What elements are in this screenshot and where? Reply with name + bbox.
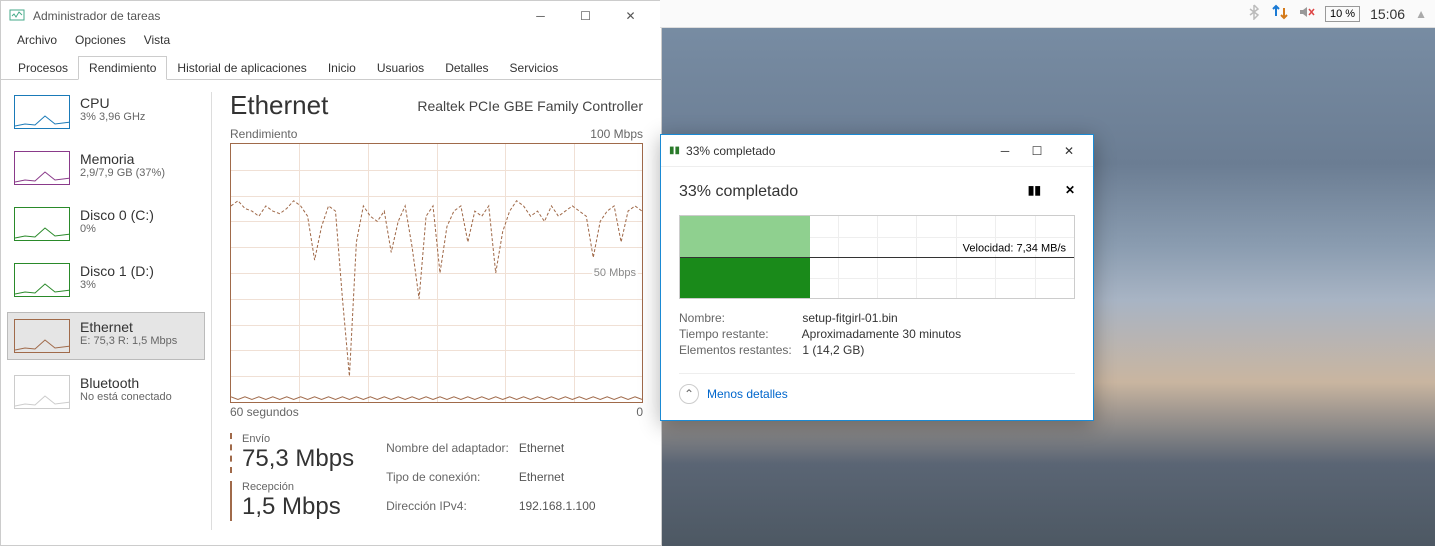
- volume-mute-icon[interactable]: [1299, 5, 1315, 22]
- menu-archivo[interactable]: Archivo: [9, 31, 65, 55]
- copy-close-button[interactable]: ✕: [1053, 137, 1085, 165]
- sidebar-item-ethernet[interactable]: EthernetE: 75,3 R: 1,5 Mbps: [7, 312, 205, 360]
- chevron-up-icon: ⌃: [679, 384, 699, 404]
- copy-dialog: ▮▮ 33% completado ─ ☐ ✕ 33% completado ▮…: [660, 134, 1094, 421]
- task-manager-window: Administrador de tareas ─ ☐ ✕ Archivo Op…: [0, 0, 662, 546]
- sidebar-item-name: Ethernet: [80, 319, 177, 335]
- chart-mid-label: 50 Mbps: [592, 267, 638, 279]
- copy-title: 33% completado: [686, 144, 989, 158]
- pause-button[interactable]: ▮▮: [1028, 183, 1041, 197]
- sidebar-item-name: Disco 1 (D:): [80, 263, 154, 279]
- copy-meta: Nombre: setup-fitgirl-01.binTiempo resta…: [679, 311, 1075, 357]
- sidebar-thumb: [14, 151, 70, 185]
- less-details-label: Menos detalles: [707, 387, 788, 401]
- sidebar-item-sub: 0%: [80, 223, 154, 235]
- tab-detalles[interactable]: Detalles: [434, 56, 499, 80]
- sidebar-item-name: Bluetooth: [80, 375, 172, 391]
- perf-main: Ethernet Realtek PCIe GBE Family Control…: [212, 80, 661, 542]
- tab-rendimiento[interactable]: Rendimiento: [78, 56, 167, 80]
- detail-value: 192.168.1.100: [519, 492, 604, 519]
- adapter-details: Nombre del adaptador:EthernetTipo de con…: [384, 433, 606, 521]
- adapter-name: Realtek PCIe GBE Family Controller: [417, 98, 643, 114]
- sidebar-item-disco1d[interactable]: Disco 1 (D:)3%: [7, 256, 205, 304]
- sidebar-thumb: [14, 319, 70, 353]
- sidebar-thumb: [14, 263, 70, 297]
- minimize-button[interactable]: ─: [518, 1, 563, 31]
- meta-value: 1 (14,2 GB): [802, 343, 864, 357]
- detail-value: Ethernet: [519, 464, 604, 491]
- chart-label-bl: 60 segundos: [230, 405, 299, 419]
- copy-speed-label: Velocidad: 7,34 MB/s: [961, 243, 1068, 255]
- sidebar-thumb: [14, 207, 70, 241]
- sidebar-item-disco0c[interactable]: Disco 0 (C:)0%: [7, 200, 205, 248]
- eject-icon[interactable]: ▲: [1415, 7, 1427, 21]
- cancel-button[interactable]: ✕: [1065, 183, 1075, 197]
- meta-key: Tiempo restante:: [679, 327, 799, 341]
- sidebar-item-sub: 2,9/7,9 GB (37%): [80, 167, 165, 179]
- less-details-button[interactable]: ⌃ Menos detalles: [679, 373, 1075, 404]
- copy-progress-icon: ▮▮: [669, 145, 680, 156]
- copy-minimize-button[interactable]: ─: [989, 137, 1021, 165]
- window-title: Administrador de tareas: [33, 9, 518, 23]
- maximize-button[interactable]: ☐: [563, 1, 608, 31]
- sidebar-item-sub: E: 75,3 R: 1,5 Mbps: [80, 335, 177, 347]
- detail-key: Dirección IPv4:: [386, 492, 517, 519]
- copy-titlebar: ▮▮ 33% completado ─ ☐ ✕: [661, 135, 1093, 167]
- sidebar-item-cpu[interactable]: CPU3% 3,96 GHz: [7, 88, 205, 136]
- app-icon: [9, 8, 25, 24]
- sidebar-item-memoria[interactable]: Memoria2,9/7,9 GB (37%): [7, 144, 205, 192]
- meta-value: setup-fitgirl-01.bin: [802, 311, 897, 325]
- system-tray: 10 % 15:06 ▲: [660, 0, 1435, 28]
- perf-sidebar: CPU3% 3,96 GHz Memoria2,9/7,9 GB (37%) Dis…: [1, 80, 211, 542]
- chart-label-br: 0: [636, 405, 643, 419]
- copy-heading: 33% completado: [679, 183, 798, 201]
- clock[interactable]: 15:06: [1370, 6, 1405, 22]
- send-label: Envío: [242, 433, 354, 445]
- sidebar-thumb: [14, 375, 70, 409]
- menu-vista[interactable]: Vista: [136, 31, 178, 55]
- tab-inicio[interactable]: Inicio: [317, 56, 367, 80]
- menubar: Archivo Opciones Vista: [1, 31, 661, 55]
- sidebar-item-name: Memoria: [80, 151, 165, 167]
- titlebar: Administrador de tareas ─ ☐ ✕: [1, 1, 661, 31]
- chart-label-tr: 100 Mbps: [590, 127, 643, 141]
- detail-key: Nombre del adaptador:: [386, 435, 517, 462]
- sidebar-item-sub: 3%: [80, 279, 154, 291]
- page-title: Ethernet: [230, 90, 328, 121]
- menu-opciones[interactable]: Opciones: [67, 31, 134, 55]
- tab-servicios[interactable]: Servicios: [499, 56, 570, 80]
- sidebar-item-sub: 3% 3,96 GHz: [80, 111, 145, 123]
- battery-indicator[interactable]: 10 %: [1325, 6, 1360, 22]
- meta-key: Elementos restantes:: [679, 343, 799, 357]
- network-icon[interactable]: [1271, 4, 1289, 23]
- sidebar-thumb: [14, 95, 70, 129]
- send-value: 75,3 Mbps: [242, 445, 354, 473]
- tab-historial[interactable]: Historial de aplicaciones: [166, 56, 317, 80]
- tabs: Procesos Rendimiento Historial de aplica…: [1, 55, 661, 80]
- sidebar-item-sub: No está conectado: [80, 391, 172, 403]
- copy-maximize-button[interactable]: ☐: [1021, 137, 1053, 165]
- sidebar-item-bluetooth[interactable]: BluetoothNo está conectado: [7, 368, 205, 416]
- sidebar-item-name: Disco 0 (C:): [80, 207, 154, 223]
- meta-value: Aproximadamente 30 minutos: [802, 327, 961, 341]
- bluetooth-icon[interactable]: [1247, 4, 1261, 23]
- throughput-chart: 50 Mbps: [230, 143, 643, 403]
- meta-key: Nombre:: [679, 311, 799, 325]
- detail-key: Tipo de conexión:: [386, 464, 517, 491]
- copy-progress-chart: Velocidad: 7,34 MB/s: [679, 215, 1075, 299]
- sidebar-item-name: CPU: [80, 95, 145, 111]
- tab-usuarios[interactable]: Usuarios: [366, 56, 435, 80]
- close-button[interactable]: ✕: [608, 1, 653, 31]
- tab-procesos[interactable]: Procesos: [7, 56, 79, 80]
- detail-value: Ethernet: [519, 435, 604, 462]
- recv-label: Recepción: [242, 481, 354, 493]
- recv-value: 1,5 Mbps: [242, 493, 354, 521]
- chart-label-tl: Rendimiento: [230, 127, 297, 141]
